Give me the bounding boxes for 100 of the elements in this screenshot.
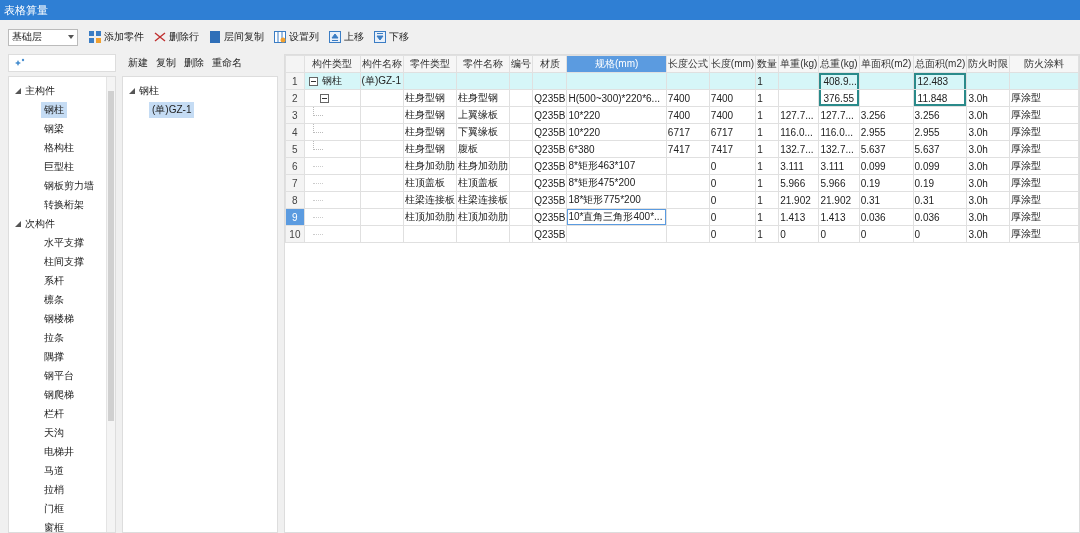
tree-item[interactable]: 转换桁架 [41, 196, 87, 213]
tree-item[interactable]: 钢梁 [41, 120, 67, 137]
tree-item[interactable]: 马道 [41, 462, 67, 479]
tree-item[interactable]: 钢平台 [41, 367, 77, 384]
table-cell: 376.55 [818, 89, 860, 107]
column-header[interactable]: 构件名称 [360, 55, 404, 73]
table-cell: 0 [913, 225, 967, 243]
table-cell: 21.902 [818, 191, 860, 209]
toolbar-button[interactable]: 删除行 [151, 28, 202, 46]
column-header[interactable]: 防火时限 [966, 55, 1010, 73]
table-cell: 1.413 [818, 208, 860, 226]
toolbar-button[interactable]: 下移 [371, 28, 412, 46]
table-cell: 11.848 [913, 89, 967, 107]
toolbar-button[interactable]: 上移 [326, 28, 367, 46]
table-cell: 8*矩形475*200 [567, 174, 667, 192]
triangle-icon[interactable] [15, 220, 21, 227]
triangle-icon[interactable] [15, 87, 21, 94]
column-header[interactable]: 编号 [509, 55, 533, 73]
tree-item[interactable]: 电梯井 [41, 443, 77, 460]
tree-item[interactable]: 窗框 [41, 519, 67, 532]
sparkle-icon[interactable] [15, 58, 25, 68]
tree-line [312, 199, 323, 201]
table-cell: 柱顶加劲肋 [456, 208, 510, 226]
floor-dropdown[interactable]: 基础层 [8, 28, 78, 46]
table-cell: 柱梁连接板 [403, 191, 457, 209]
column-header[interactable]: 单面积(m2) [859, 55, 914, 73]
table-cell: 3.111 [778, 157, 819, 175]
toolbar-button[interactable]: 设置列 [271, 28, 322, 46]
tree-item[interactable]: 拉梢 [41, 481, 67, 498]
table-cell: 柱身加劲肋 [403, 157, 457, 175]
table-cell [509, 157, 533, 175]
table-cell: Q235B [532, 89, 567, 107]
collapse-icon[interactable] [319, 93, 329, 103]
triangle-icon[interactable] [129, 87, 135, 94]
table-cell: H(500~300)*220*6... [567, 89, 667, 107]
table-cell: 7400 [709, 89, 756, 107]
table-cell: 10*220 [567, 123, 667, 141]
tree-item[interactable]: 隅撑 [41, 348, 67, 365]
table-cell [666, 225, 710, 243]
column-header[interactable]: 总面积(m2) [913, 55, 967, 73]
action-button[interactable]: 新建 [128, 56, 148, 70]
column-header[interactable]: 数量 [755, 55, 779, 73]
toolbar-button[interactable]: 层间复制 [206, 28, 267, 46]
table-cell: 132.7... [778, 140, 819, 158]
column-header[interactable]: 长度公式 [666, 55, 710, 73]
tree-item[interactable]: 水平支撑 [41, 234, 87, 251]
tree-line [312, 165, 323, 167]
table-cell: 柱梁连接板 [456, 191, 510, 209]
tree-item[interactable]: 柱间支撑 [41, 253, 87, 270]
table-cell: 18*矩形775*200 [567, 191, 667, 209]
tree-item[interactable]: 系杆 [41, 272, 67, 289]
action-button[interactable]: 复制 [156, 56, 176, 70]
table-cell: 0.036 [913, 208, 967, 226]
column-header[interactable]: 长度(mm) [709, 55, 756, 73]
column-header[interactable]: 零件名称 [456, 55, 510, 73]
tree-item[interactable]: 巨型柱 [41, 158, 77, 175]
table-cell: 厚涂型 [1009, 174, 1079, 192]
action-button[interactable]: 重命名 [212, 56, 242, 70]
tree-group[interactable]: 钢柱 [139, 83, 159, 98]
column-header[interactable]: 构件类型 [304, 55, 361, 73]
table-cell: 7417 [666, 140, 710, 158]
table-cell: 116.0... [818, 123, 860, 141]
table-cell [509, 191, 533, 209]
table-cell: 0.31 [859, 191, 914, 209]
tree-item[interactable]: 拉条 [41, 329, 67, 346]
table-cell: 132.7... [818, 140, 860, 158]
column-header[interactable]: 总重(kg) [818, 55, 860, 73]
table-cell: 柱顶盖板 [456, 174, 510, 192]
table-cell: 厚涂型 [1009, 123, 1079, 141]
column-header[interactable]: 零件类型 [403, 55, 457, 73]
tree-item[interactable]: (单)GZ-1 [149, 101, 195, 118]
table-cell: 0 [709, 191, 756, 209]
tree-group[interactable]: 主构件 [25, 83, 55, 98]
scrollbar[interactable] [106, 77, 115, 532]
tree-item[interactable]: 檩条 [41, 291, 67, 308]
column-header[interactable]: 防火涂料 [1009, 55, 1079, 73]
table-cell: 柱身型钢 [403, 123, 457, 141]
tree-group[interactable]: 次构件 [25, 216, 55, 231]
table-cell: 0.19 [913, 174, 967, 192]
tree-item[interactable]: 门框 [41, 500, 67, 517]
column-header[interactable]: 单重(kg) [778, 55, 819, 73]
tree-item[interactable]: 钢柱 [41, 101, 67, 118]
toolbar-button[interactable]: 添加零件 [86, 28, 147, 46]
tree-item[interactable]: 钢板剪力墙 [41, 177, 97, 194]
tree-item[interactable]: 钢楼梯 [41, 310, 77, 327]
document-icon [209, 31, 221, 43]
tree-item[interactable]: 钢爬梯 [41, 386, 77, 403]
action-button[interactable]: 删除 [184, 56, 204, 70]
table-cell: 0 [818, 225, 860, 243]
table-cell: 7400 [709, 106, 756, 124]
table-cell: 柱身型钢 [456, 89, 510, 107]
table-cell: 0 [778, 225, 819, 243]
tree-item[interactable]: 栏杆 [41, 405, 67, 422]
table-cell [666, 174, 710, 192]
column-header[interactable]: 材质 [532, 55, 567, 73]
tree-item[interactable]: 天沟 [41, 424, 67, 441]
collapse-icon[interactable] [308, 76, 318, 86]
table-cell [509, 174, 533, 192]
tree-item[interactable]: 格构柱 [41, 139, 77, 156]
table-cell: Q235B [532, 174, 567, 192]
